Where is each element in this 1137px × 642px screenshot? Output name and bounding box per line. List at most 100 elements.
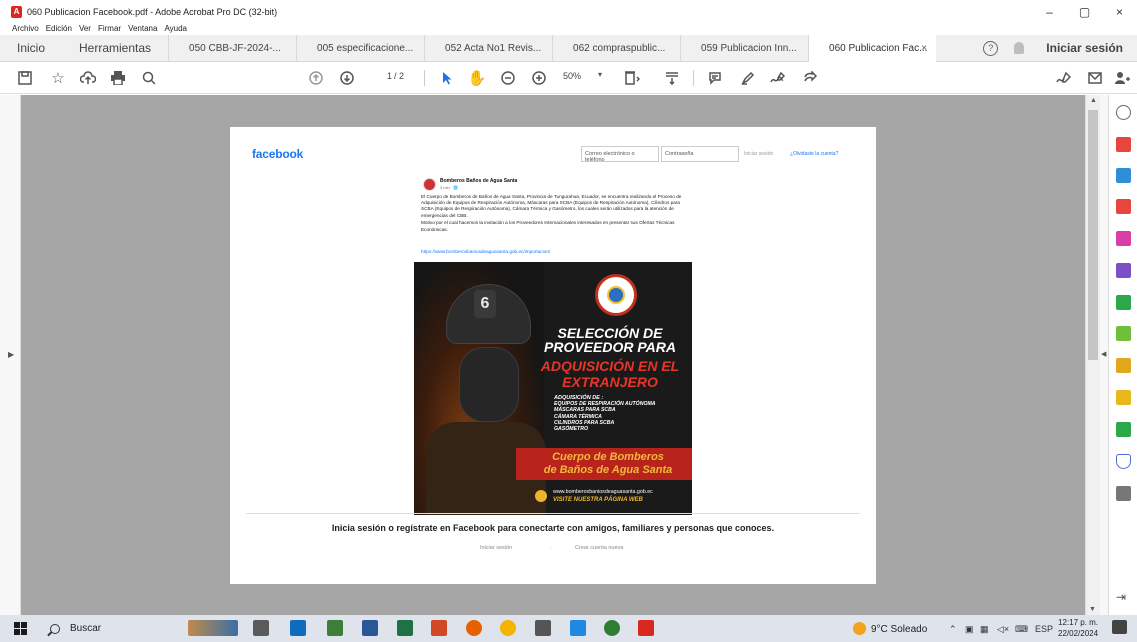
comment-icon[interactable] xyxy=(705,68,725,88)
seal-emblem xyxy=(607,286,625,304)
print-icon[interactable] xyxy=(108,68,128,88)
scroll-down-icon[interactable]: ▼ xyxy=(1089,606,1096,613)
chevron-down-icon[interactable]: ▾ xyxy=(598,70,602,79)
taskbar-search-label: Buscar xyxy=(70,623,102,634)
protect-icon[interactable] xyxy=(1116,358,1131,373)
powerpoint-icon[interactable] xyxy=(431,620,447,636)
taskbar-search[interactable]: Buscar xyxy=(40,615,170,642)
comment-tool-icon[interactable] xyxy=(1116,390,1131,405)
print-production-icon[interactable] xyxy=(1116,422,1131,437)
chrome-icon[interactable] xyxy=(500,620,516,636)
compare-files-icon[interactable] xyxy=(1116,326,1131,341)
help-icon[interactable]: ? xyxy=(983,40,999,56)
notes-icon[interactable] xyxy=(535,620,551,636)
tab-document-active[interactable]: 060 Publicacion Fac... × xyxy=(808,34,937,62)
scrollbar-thumb[interactable] xyxy=(1088,110,1098,360)
send-for-review-icon[interactable] xyxy=(1116,295,1131,310)
tab-document[interactable]: 062 compraspublic... xyxy=(552,34,680,62)
bell-icon[interactable] xyxy=(1014,42,1025,54)
zoom-in-icon[interactable] xyxy=(529,68,549,88)
word-icon[interactable] xyxy=(362,620,378,636)
minimize-button[interactable]: – xyxy=(1032,0,1067,24)
close-tab-icon[interactable]: × xyxy=(921,35,927,62)
tab-home[interactable]: Inicio xyxy=(0,35,62,62)
add-user-icon[interactable] xyxy=(1112,68,1132,88)
more-tools-icon[interactable] xyxy=(1116,486,1131,501)
signin-button[interactable]: Iniciar sesión xyxy=(1046,41,1123,55)
menu-ver[interactable]: Ver xyxy=(79,24,91,33)
search-tool-icon[interactable] xyxy=(1116,105,1131,120)
photos-icon[interactable] xyxy=(570,620,586,636)
network-icon[interactable]: ▣ xyxy=(965,624,974,635)
edge-icon[interactable] xyxy=(604,620,620,636)
notifications-icon[interactable] xyxy=(1112,620,1127,634)
navigation-pane-toggle[interactable]: ▶ xyxy=(0,95,21,615)
firefox-icon[interactable] xyxy=(466,620,482,636)
menu-ayuda[interactable]: Ayuda xyxy=(164,24,187,33)
page-number-input[interactable]: 1 xyxy=(370,71,392,85)
vertical-scrollbar[interactable]: ▲ ▼ xyxy=(1085,95,1100,615)
bookmark-star-icon[interactable]: ☆ xyxy=(48,68,68,88)
expand-panel-icon[interactable]: ⇥ xyxy=(1116,590,1131,605)
create-pdf-icon[interactable] xyxy=(1116,137,1131,152)
tab-tools[interactable]: Herramientas xyxy=(62,35,168,62)
outlook-icon[interactable] xyxy=(290,620,306,636)
menu-ventana[interactable]: Ventana xyxy=(128,24,157,33)
edit-pdf-icon[interactable] xyxy=(1116,231,1131,246)
windows-icon xyxy=(13,622,27,635)
shield-icon[interactable] xyxy=(1116,454,1131,469)
excel-icon[interactable] xyxy=(397,620,413,636)
fill-and-sign-icon[interactable] xyxy=(1116,263,1131,278)
wifi-icon[interactable]: ⌨ xyxy=(1015,624,1028,635)
upload-cloud-icon[interactable] xyxy=(78,68,98,88)
scroll-mode-icon[interactable] xyxy=(662,68,682,88)
tab-document[interactable]: 005 especificacione... xyxy=(296,34,424,62)
page-up-icon[interactable] xyxy=(306,68,326,88)
zoom-level-select[interactable]: 50% xyxy=(563,71,581,81)
tab-document[interactable]: 059 Publicacion Inn... xyxy=(680,34,808,62)
globe-icon xyxy=(535,490,547,502)
highlight-pen-icon[interactable] xyxy=(738,68,758,88)
start-button[interactable] xyxy=(0,615,40,642)
select-cursor-icon[interactable] xyxy=(437,68,457,88)
hand-tool-icon[interactable]: ✋ xyxy=(467,68,487,88)
window-title: 060 Publicacion Facebook.pdf - Adobe Acr… xyxy=(27,7,278,17)
save-icon[interactable] xyxy=(15,68,35,88)
weather-widget[interactable]: 9°C Soleado xyxy=(871,624,927,635)
sign-icon[interactable] xyxy=(768,68,788,88)
scroll-up-icon[interactable]: ▲ xyxy=(1089,97,1098,106)
zoom-search-icon[interactable] xyxy=(139,68,159,88)
tab-document[interactable]: 052 Acta No1 Revis... xyxy=(424,34,552,62)
volume-icon[interactable]: ◁× xyxy=(997,624,1009,635)
menu-archivo[interactable]: Archivo xyxy=(12,24,39,33)
page-down-icon[interactable] xyxy=(337,68,357,88)
fill-sign-icon[interactable] xyxy=(1054,68,1074,88)
menu-firmar[interactable]: Firmar xyxy=(98,24,121,33)
facebook-forgot-link: ¿Olvidaste la cuenta? xyxy=(790,151,839,157)
facebook-logo: facebook xyxy=(252,147,304,161)
title-bar: A 060 Publicacion Facebook.pdf - Adobe A… xyxy=(0,0,1137,24)
close-window-button[interactable]: × xyxy=(1102,0,1137,24)
export-pdf-icon[interactable] xyxy=(1116,168,1131,183)
file-explorer-icon[interactable] xyxy=(327,620,343,636)
facebook-footer-login: Iniciar sesión xyxy=(480,545,513,551)
post-image-poster: 6 SELECCIÓN DE PROVEEDOR PARA ADQUISICIÓ… xyxy=(414,262,692,515)
maximize-button[interactable]: ▢ xyxy=(1067,0,1102,24)
share-icon[interactable] xyxy=(800,68,820,88)
tools-pane-toggle[interactable]: ◀ xyxy=(1100,95,1108,615)
display-icon[interactable]: ▦ xyxy=(980,624,989,635)
clock[interactable]: 12:17 p. m. 22/02/2024 xyxy=(1058,617,1098,639)
news-widget-icon[interactable] xyxy=(188,620,238,636)
task-view-icon[interactable] xyxy=(253,620,269,636)
acrobat-taskbar-icon[interactable] xyxy=(638,620,654,636)
language-indicator[interactable]: ESP xyxy=(1035,624,1053,634)
poster-org-line: Cuerpo de Bomberos xyxy=(552,451,664,463)
chevron-up-icon[interactable]: ⌃ xyxy=(949,624,957,635)
tab-document[interactable]: 050 CBB-JF-2024-... xyxy=(168,34,296,62)
zoom-out-icon[interactable] xyxy=(498,68,518,88)
organize-pages-icon[interactable] xyxy=(1116,199,1131,214)
fit-page-icon[interactable] xyxy=(622,68,642,88)
facebook-password-field: Contraseña xyxy=(661,146,739,162)
mail-icon[interactable] xyxy=(1085,68,1105,88)
menu-edicion[interactable]: Edición xyxy=(46,24,72,33)
